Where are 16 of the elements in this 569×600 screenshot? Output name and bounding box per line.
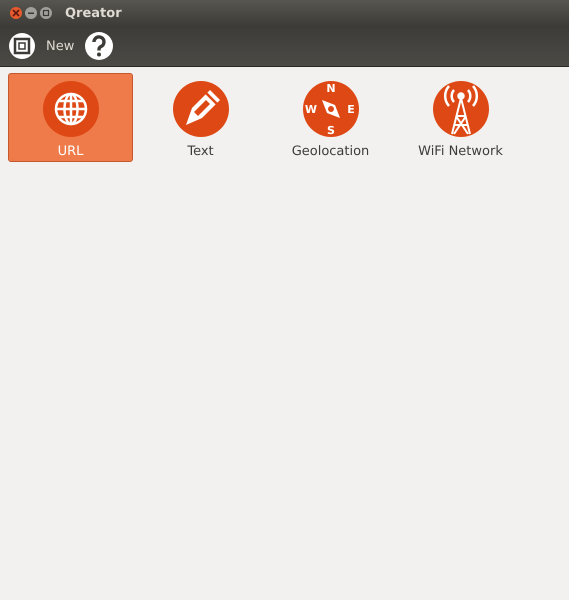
help-icon bbox=[84, 31, 114, 61]
close-button[interactable] bbox=[10, 7, 22, 19]
qr-type-item[interactable]: N W E S Geolocation bbox=[268, 73, 393, 162]
maximize-icon bbox=[42, 9, 50, 17]
qr-type-item[interactable]: WiFi Network bbox=[398, 73, 523, 162]
window-title: Qreator bbox=[65, 6, 122, 20]
new-button[interactable]: New bbox=[8, 32, 74, 60]
maximize-button[interactable] bbox=[40, 7, 52, 19]
close-icon bbox=[12, 9, 20, 17]
qr-type-item[interactable]: Text bbox=[138, 73, 263, 162]
antenna-tower-icon bbox=[432, 80, 490, 138]
pencil-icon bbox=[172, 80, 230, 138]
globe-icon bbox=[42, 80, 100, 138]
minimize-button[interactable] bbox=[25, 7, 37, 19]
compass-icon: N W E S bbox=[302, 80, 360, 138]
help-button[interactable] bbox=[84, 31, 114, 61]
